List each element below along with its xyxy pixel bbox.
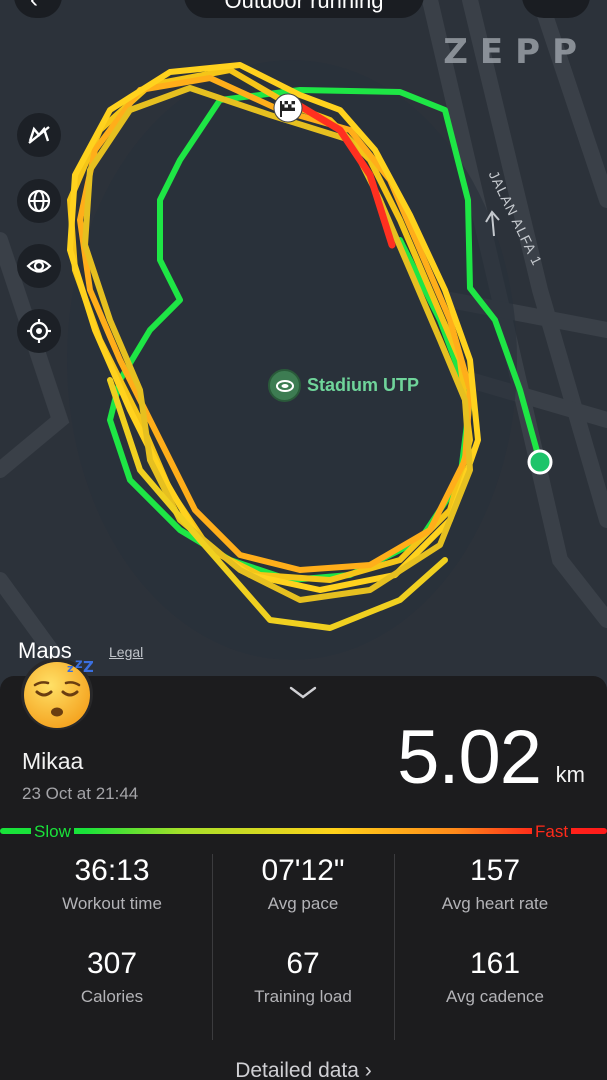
stadium-poi[interactable]: Stadium UTP: [268, 369, 419, 402]
locate-icon: [27, 319, 51, 343]
stats-grid: 36:13 Workout time 07'12" Avg pace 157 A…: [0, 854, 607, 1040]
pace-fast-label: Fast: [532, 822, 572, 842]
map-canvas: [0, 0, 607, 690]
pace-gradient-bar: [0, 828, 607, 834]
svg-text:Z: Z: [83, 658, 93, 676]
locate-button[interactable]: [17, 309, 61, 353]
stat-label: Training load: [254, 987, 352, 1006]
stat-label: Avg heart rate: [441, 894, 549, 913]
user-name: Mikaa: [22, 748, 84, 774]
map-3d-toggle-button[interactable]: [17, 113, 61, 157]
stat-training-load: 67 Training load: [208, 947, 398, 1007]
stat-workout-time: 36:13 Workout time: [17, 854, 207, 914]
stat-avg-cadence: 161 Avg cadence: [400, 947, 590, 1007]
stadium-label: Stadium UTP: [307, 375, 420, 395]
chevron-right-icon: ›: [364, 1059, 372, 1080]
pace-slow-label: Slow: [31, 822, 74, 842]
start-marker: [527, 449, 553, 475]
globe-button[interactable]: [17, 179, 61, 223]
distance-value: 5.02: [397, 715, 542, 800]
route-map[interactable]: ‹ Outdoor running ZEPP JALAN ALFA 1 Stad…: [0, 0, 607, 690]
stat-value: 36:13: [74, 854, 150, 887]
stat-value: 07'12": [261, 854, 345, 887]
sleepy-face-icon: z z Z: [24, 657, 94, 728]
legal-link[interactable]: Legal: [109, 644, 143, 660]
chevron-down-icon[interactable]: [287, 682, 319, 702]
finish-flag-icon: [273, 93, 303, 123]
stat-calories: 307 Calories: [17, 947, 207, 1007]
stat-value: 161: [469, 947, 521, 980]
detailed-data-label: Detailed data: [235, 1059, 359, 1080]
svg-text:z: z: [67, 662, 73, 675]
page-title: Outdoor running: [184, 0, 424, 18]
stat-avg-pace: 07'12" Avg pace: [208, 854, 398, 914]
stat-avg-heart-rate: 157 Avg heart rate: [400, 854, 590, 914]
avatar[interactable]: z z Z: [21, 657, 94, 730]
zepp-logo: ZEPP: [443, 32, 589, 72]
workout-date: 23 Oct at 21:44: [22, 784, 139, 803]
stat-label: Workout time: [62, 894, 162, 913]
stat-label: Calories: [80, 987, 144, 1006]
distance-unit: km: [555, 762, 585, 787]
stat-value: 67: [286, 947, 320, 980]
stat-label: Avg pace: [267, 894, 339, 913]
detailed-data-link[interactable]: Detailed data ›: [0, 1059, 607, 1080]
stat-label: Avg cadence: [446, 987, 544, 1006]
map-3d-off-icon: [28, 126, 50, 144]
eye-icon: [26, 259, 52, 273]
globe-icon: [27, 189, 51, 213]
view-button[interactable]: [17, 244, 61, 288]
stat-value: 157: [469, 854, 521, 887]
stadium-icon: [268, 369, 301, 402]
svg-text:z: z: [75, 658, 83, 672]
stat-value: 307: [86, 947, 138, 980]
workout-summary-sheet: z z Z Mikaa 23 Oct at 21:44 5.02 km Slow…: [0, 657, 607, 1080]
chevron-left-icon: ‹: [30, 0, 38, 12]
